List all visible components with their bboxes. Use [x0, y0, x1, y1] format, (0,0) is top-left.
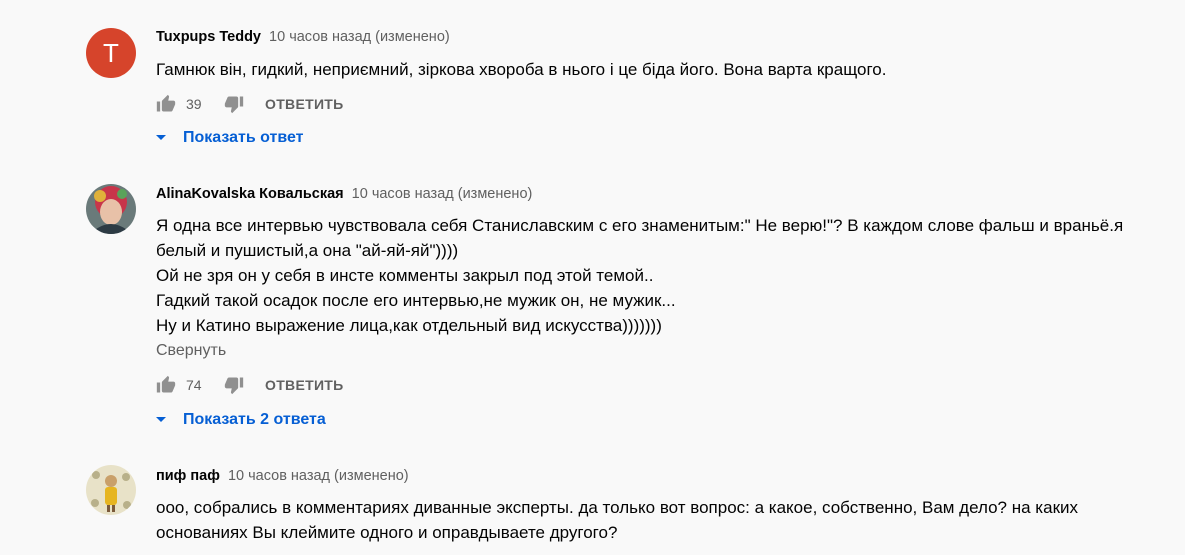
comment-line: Гадкий такой осадок после его интервью,н…	[156, 291, 676, 310]
reply-button[interactable]: ОТВЕТИТЬ	[265, 377, 344, 393]
author-name[interactable]: Tuxpups Teddy	[156, 29, 261, 45]
avatar-photo	[86, 184, 136, 234]
thumbs-down-icon[interactable]	[224, 93, 246, 115]
thumbs-down-icon[interactable]	[224, 374, 246, 396]
comment-line: ооо, собрались в комментариях диванные э…	[156, 498, 1079, 517]
avatar[interactable]	[86, 184, 136, 234]
caret-down-icon	[155, 416, 169, 424]
collapse-button[interactable]: Свернуть	[156, 342, 226, 360]
show-replies-label: Показать ответ	[183, 129, 304, 146]
comment-line: белый и пушистый,а она "ай-яй-яй"))))	[156, 241, 459, 260]
comment-line: Гамнюк він, гидкий, неприємний, зіркова …	[156, 60, 887, 79]
show-replies-label: Показать 2 ответа	[183, 411, 326, 428]
comment-header: Tuxpups Teddy 10 часов назад (изменено)	[156, 29, 450, 45]
comment-line: Ой не зря он у себя в инсте комменты зак…	[156, 266, 654, 285]
author-name[interactable]: AlinaKovalska Ковальская	[156, 186, 344, 202]
comment-header: пиф паф 10 часов назад (изменено)	[156, 468, 409, 484]
author-name[interactable]: пиф паф	[156, 468, 220, 484]
show-replies-button[interactable]: Показать 2 ответа	[155, 411, 326, 429]
comment-time[interactable]: 10 часов назад (изменено)	[352, 186, 533, 202]
reply-button[interactable]: ОТВЕТИТЬ	[265, 96, 344, 112]
show-replies-button[interactable]: Показать ответ	[155, 129, 304, 147]
avatar[interactable]: T	[86, 28, 136, 78]
comment-actions: 39 ОТВЕТИТЬ	[156, 92, 344, 116]
avatar[interactable]	[86, 465, 136, 515]
comment-text: Я одна все интервью чувствовала себя Ста…	[156, 213, 1166, 338]
comment-header: AlinaKovalska Ковальская 10 часов назад …	[156, 186, 532, 202]
avatar-photo	[86, 465, 136, 515]
like-count: 74	[186, 377, 202, 393]
avatar-letter: T	[103, 37, 119, 68]
comment-line: Я одна все интервью чувствовала себя Ста…	[156, 216, 1124, 235]
comment-line: основаниях Вы клеймите одного и оправдыв…	[156, 523, 618, 542]
thumbs-up-icon[interactable]	[156, 374, 178, 396]
comment-actions: 74 ОТВЕТИТЬ	[156, 373, 344, 397]
comment-text: Гамнюк він, гидкий, неприємний, зіркова …	[156, 57, 1166, 82]
comment-text: ооо, собрались в комментариях диванные э…	[156, 495, 1166, 545]
comment-time[interactable]: 10 часов назад (изменено)	[228, 468, 409, 484]
comment-time[interactable]: 10 часов назад (изменено)	[269, 29, 450, 45]
caret-down-icon	[155, 134, 169, 142]
thumbs-up-icon[interactable]	[156, 93, 178, 115]
like-count: 39	[186, 96, 202, 112]
comment-line: Ну и Катино выражение лица,как отдельный…	[156, 316, 662, 335]
